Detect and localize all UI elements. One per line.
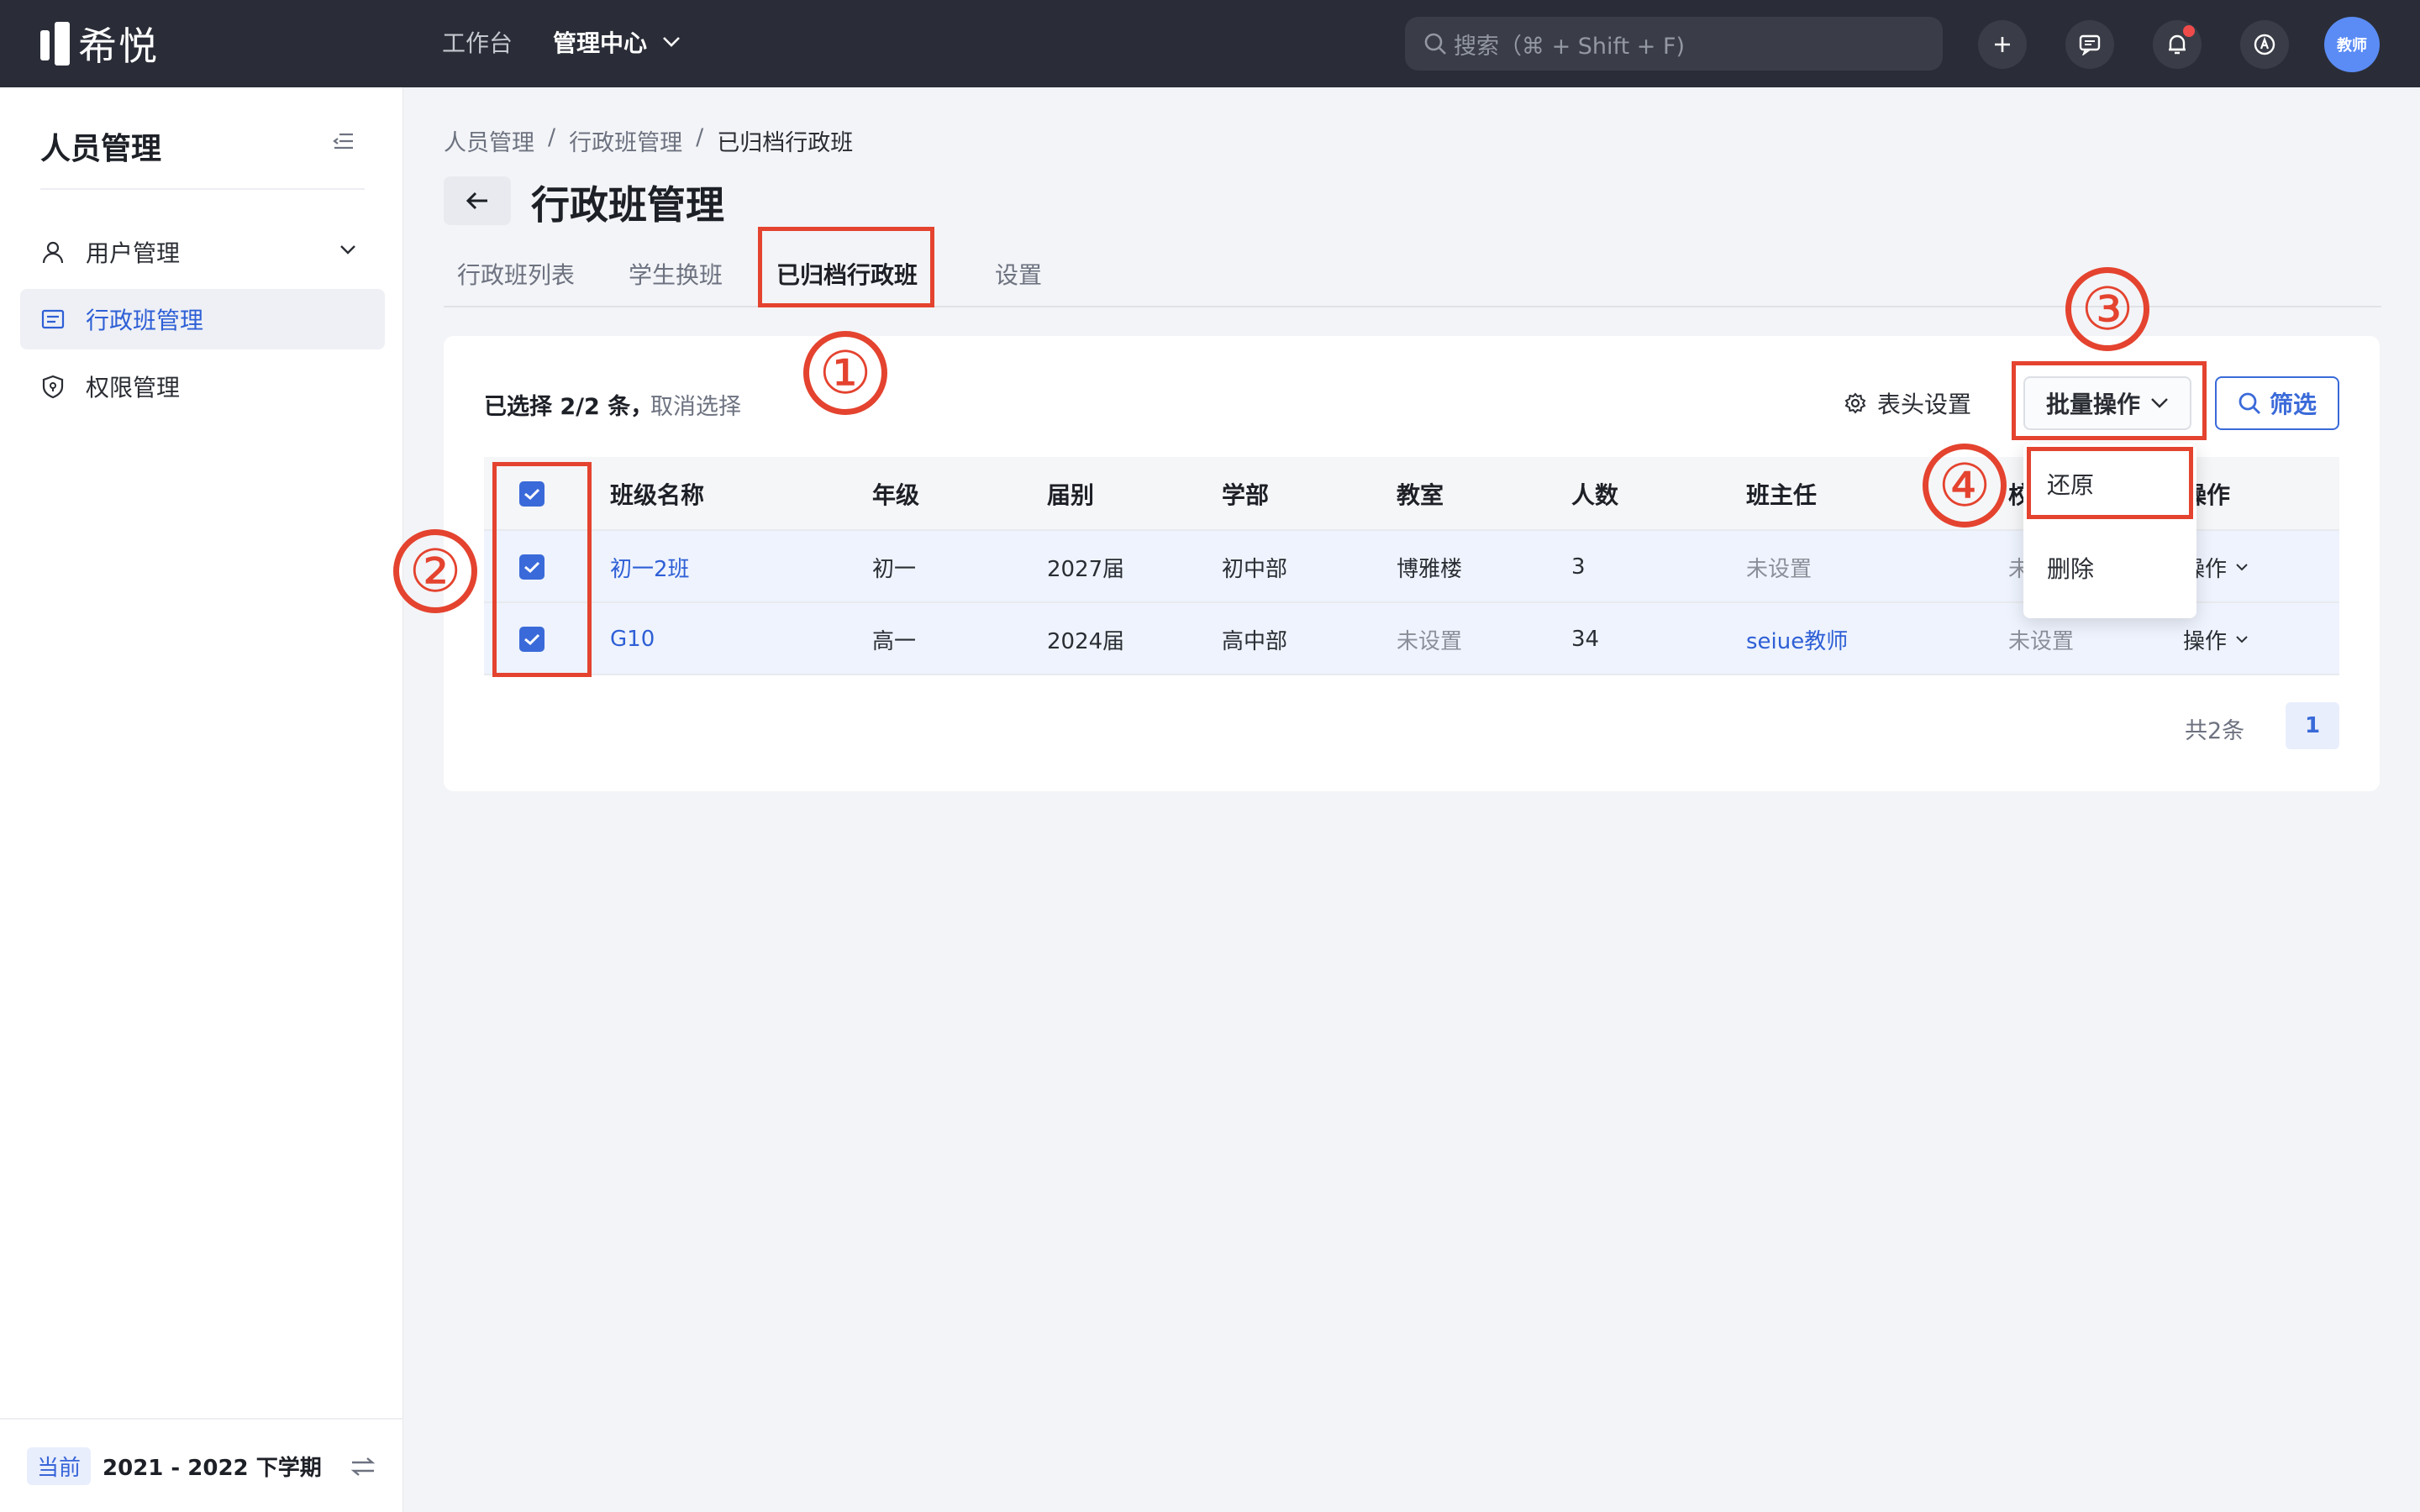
bell-icon <box>2169 34 2186 55</box>
cohort-cell: 2027届 <box>1047 556 1125 582</box>
collapse-menu-icon[interactable] <box>331 131 355 151</box>
notifications-button[interactable] <box>2153 20 2202 69</box>
chevron-down-icon <box>663 37 680 47</box>
sidebar-item-label: 权限管理 <box>86 374 181 402</box>
sidebar-title: 人员管理 <box>40 132 162 166</box>
annotation-box-archived-tab <box>758 227 934 307</box>
selection-count: 已选择 2/2 条， <box>484 394 654 420</box>
notification-dot <box>2183 25 2195 37</box>
sidebar-item-label: 行政班管理 <box>86 307 204 334</box>
annotation-marker-3: ③ <box>2065 267 2149 351</box>
search-placeholder: 搜索（⌘ + Shift + F) <box>1454 33 1686 60</box>
annotation-box-restore <box>2027 447 2193 519</box>
col-cohort[interactable]: 届别 <box>1047 457 1094 531</box>
annotation-marker-1: ① <box>803 331 887 415</box>
term-label: 2021 - 2022 下学期 <box>103 1455 322 1481</box>
breadcrumb-separator: / <box>548 124 556 150</box>
sidebar: 人员管理 用户管理 行政班管理 权限管理 当前 2021 - 2022 下学期 <box>0 87 403 1512</box>
count-cell: 3 <box>1571 554 1586 580</box>
search-icon <box>1424 33 1446 55</box>
column-settings-button[interactable]: 表头设置 <box>1844 386 1971 420</box>
col-class-name[interactable]: 班级名称 <box>610 457 704 531</box>
nav-admin-center[interactable]: 管理中心 <box>553 25 681 59</box>
tab-class-list[interactable]: 行政班列表 <box>457 257 575 291</box>
pagination-total: 共2条 <box>2185 718 2245 744</box>
sidebar-item-permissions[interactable]: 权限管理 <box>20 356 385 417</box>
breadcrumb-separator: / <box>696 124 704 150</box>
row-ops-label: 操作 <box>2183 628 2228 654</box>
breadcrumb-current: 已归档行政班 <box>717 130 854 156</box>
breadcrumb: 人员管理 / 行政班管理 / 已归档行政班 <box>444 124 853 157</box>
nav-workbench[interactable]: 工作台 <box>442 25 513 59</box>
cohort-cell: 2024届 <box>1047 628 1125 654</box>
add-button[interactable] <box>1978 20 2027 69</box>
head-teacher-cell: 未设置 <box>1746 556 1812 582</box>
column-settings-label: 表头设置 <box>1877 391 1972 418</box>
annotation-marker-2: ② <box>393 529 477 613</box>
division-cell: 初中部 <box>1222 556 1288 582</box>
sidebar-divider <box>40 188 365 190</box>
logo-mark-icon <box>40 22 70 66</box>
chevron-down-icon <box>2236 564 2248 571</box>
message-icon <box>2079 34 2101 55</box>
breadcrumb-admin-classes[interactable]: 行政班管理 <box>569 124 682 157</box>
chevron-down-icon <box>2236 636 2248 643</box>
pagination-page-button[interactable]: 1 <box>2286 702 2339 749</box>
messages-button[interactable] <box>2065 20 2114 69</box>
annotation-box-checkboxes <box>492 462 592 677</box>
app-logo[interactable]: 希悦 <box>40 20 159 69</box>
user-avatar[interactable]: 教师 <box>2324 17 2380 72</box>
count-cell: 34 <box>1571 627 1600 652</box>
breadcrumb-people[interactable]: 人员管理 <box>444 124 534 157</box>
user-icon <box>42 241 64 264</box>
current-term-badge: 当前 <box>27 1446 92 1485</box>
sidebar-item-users[interactable]: 用户管理 <box>20 222 385 282</box>
annotation-box-batch-ops <box>2012 361 2207 440</box>
col-division[interactable]: 学部 <box>1222 457 1269 531</box>
term-selector[interactable]: 当前 2021 - 2022 下学期 <box>0 1418 403 1512</box>
sidebar-item-label: 用户管理 <box>86 239 181 267</box>
sidebar-item-admin-classes[interactable]: 行政班管理 <box>20 289 385 349</box>
col-head-teacher[interactable]: 班主任 <box>1746 457 1817 531</box>
plus-icon <box>1995 37 2010 52</box>
global-search-input[interactable]: 搜索（⌘ + Shift + F) <box>1405 17 1943 71</box>
cancel-selection-link[interactable]: 取消选择 <box>650 388 741 421</box>
col-classroom[interactable]: 教室 <box>1397 457 1444 531</box>
chevron-down-icon <box>340 245 355 255</box>
classroom-cell: 博雅楼 <box>1397 556 1463 582</box>
filter-label: 筛选 <box>2269 391 2317 418</box>
search-icon <box>2238 392 2260 414</box>
annotation-marker-4: ④ <box>1923 444 2007 528</box>
head-teacher-link[interactable]: seiue教师 <box>1746 603 1848 675</box>
delete-menu-item[interactable]: 删除 <box>2047 551 2094 585</box>
top-bar: 希悦 工作台 管理中心 搜索（⌘ + Shift + F) 教师 <box>0 0 2420 87</box>
col-count[interactable]: 人数 <box>1571 457 1618 531</box>
class-name-link[interactable]: G10 <box>610 603 655 675</box>
back-button[interactable] <box>444 176 511 225</box>
logo-text: 希悦 <box>78 24 159 69</box>
help-button[interactable] <box>2240 20 2289 69</box>
grade-cell: 高一 <box>872 628 917 654</box>
shield-icon <box>42 375 64 399</box>
tab-student-transfer[interactable]: 学生换班 <box>629 257 723 291</box>
division-cell: 高中部 <box>1222 628 1288 654</box>
class-list-icon <box>41 309 65 329</box>
swap-icon[interactable] <box>350 1455 376 1478</box>
grade-cell: 初一 <box>872 556 917 582</box>
page-title: 行政班管理 <box>531 182 724 228</box>
classroom-cell: 未设置 <box>1397 628 1463 654</box>
filter-button[interactable]: 筛选 <box>2215 376 2339 430</box>
gear-icon <box>1844 392 1866 414</box>
nav-admin-center-label: 管理中心 <box>553 29 648 57</box>
col-grade[interactable]: 年级 <box>872 457 919 531</box>
class-name-link[interactable]: 初一2班 <box>610 531 690 603</box>
compass-icon <box>2254 34 2275 55</box>
tab-settings[interactable]: 设置 <box>995 257 1042 291</box>
arrow-left-icon <box>466 192 487 210</box>
